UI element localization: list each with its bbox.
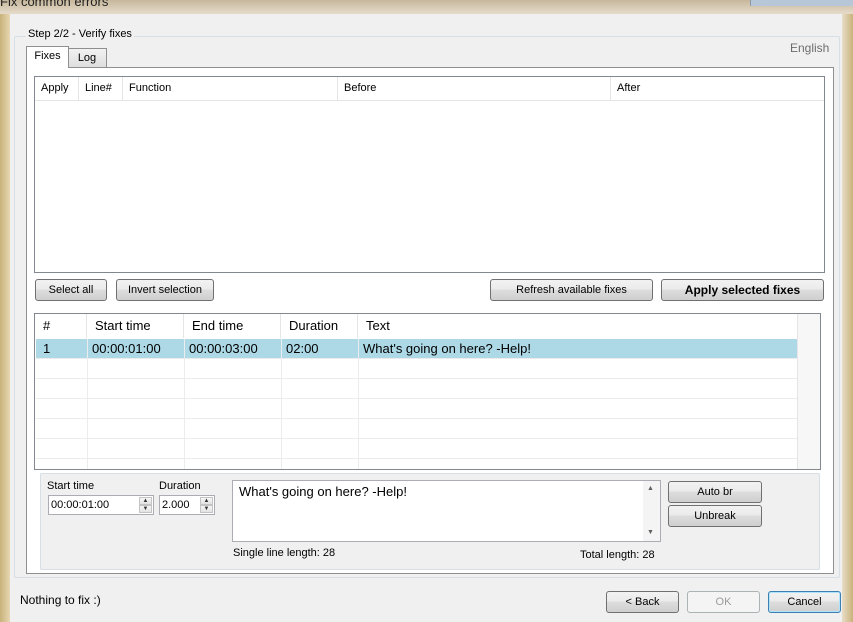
window-title: Fix common errors bbox=[0, 0, 109, 9]
start-time-label: Start time bbox=[47, 480, 95, 492]
fixes-list[interactable]: Apply Line# Function Before After bbox=[34, 76, 825, 273]
column-after[interactable]: After bbox=[611, 77, 824, 100]
column-duration[interactable]: Duration bbox=[281, 314, 358, 338]
title-bar-controls[interactable] bbox=[750, 0, 853, 6]
column-before[interactable]: Before bbox=[338, 77, 611, 100]
status-text: Nothing to fix :) bbox=[20, 593, 101, 607]
window-border-right bbox=[842, 14, 853, 622]
spin-down-icon[interactable]: ▼ bbox=[139, 505, 152, 513]
grid-line bbox=[36, 398, 798, 399]
fixes-list-header: Apply Line# Function Before After bbox=[35, 77, 824, 101]
column-line-number[interactable]: Line# bbox=[79, 77, 123, 100]
column-number[interactable]: # bbox=[35, 314, 87, 338]
column-end-time[interactable]: End time bbox=[184, 314, 281, 338]
grid-divider bbox=[281, 339, 282, 469]
duration-arrows[interactable]: ▲ ▼ bbox=[200, 497, 213, 513]
grid-divider bbox=[358, 339, 359, 469]
start-time-arrows[interactable]: ▲ ▼ bbox=[139, 497, 152, 513]
grid-divider bbox=[87, 339, 88, 469]
spin-up-icon[interactable]: ▲ bbox=[200, 497, 213, 505]
subtitle-text-editor[interactable]: What's going on here? -Help! ▲ ▼ bbox=[232, 480, 661, 542]
single-line-length: Single line length: 28 bbox=[233, 547, 336, 559]
tab-log[interactable]: Log bbox=[67, 48, 107, 67]
grid-line bbox=[36, 358, 798, 359]
title-bar[interactable]: Fix common errors bbox=[0, 0, 853, 14]
scroll-up-icon[interactable]: ▲ bbox=[647, 485, 654, 492]
cell-duration: 02:00 bbox=[286, 341, 319, 356]
back-button[interactable]: < Back bbox=[606, 591, 679, 613]
grid-line bbox=[36, 378, 798, 379]
cell-number: 1 bbox=[43, 341, 51, 356]
column-start-time[interactable]: Start time bbox=[87, 314, 184, 338]
ok-button[interactable]: OK bbox=[687, 591, 760, 613]
column-apply[interactable]: Apply bbox=[35, 77, 79, 100]
duration-input[interactable] bbox=[162, 497, 200, 513]
column-function[interactable]: Function bbox=[123, 77, 338, 100]
window-border-left bbox=[0, 14, 10, 622]
start-time-input[interactable] bbox=[51, 497, 137, 513]
auto-br-button[interactable]: Auto br bbox=[668, 481, 762, 503]
duration-stepper[interactable]: ▲ ▼ bbox=[159, 495, 215, 515]
grid-line bbox=[36, 458, 798, 459]
start-time-stepper[interactable]: ▲ ▼ bbox=[48, 495, 154, 515]
invert-selection-button[interactable]: Invert selection bbox=[116, 279, 214, 301]
cell-start-time: 00:00:01:00 bbox=[92, 341, 161, 356]
grid-scrollbar[interactable] bbox=[797, 314, 820, 469]
cell-end-time: 00:00:03:00 bbox=[189, 341, 258, 356]
spin-down-icon[interactable]: ▼ bbox=[200, 505, 213, 513]
refresh-fixes-button[interactable]: Refresh available fixes bbox=[490, 279, 653, 301]
grid-line bbox=[36, 438, 798, 439]
cancel-button[interactable]: Cancel bbox=[768, 591, 841, 613]
subtitle-grid[interactable]: # Start time End time Duration Text 1 00… bbox=[34, 313, 821, 470]
total-length: Total length: 28 bbox=[580, 549, 655, 561]
text-scrollbar[interactable]: ▲ ▼ bbox=[643, 481, 660, 541]
unbreak-button[interactable]: Unbreak bbox=[668, 505, 762, 527]
scroll-down-icon[interactable]: ▼ bbox=[647, 529, 654, 536]
language-label: English bbox=[790, 41, 830, 55]
column-text[interactable]: Text bbox=[358, 314, 798, 338]
tab-fixes[interactable]: Fixes bbox=[26, 46, 69, 68]
subtitle-text: What's going on here? -Help! bbox=[239, 484, 407, 499]
apply-fixes-button[interactable]: Apply selected fixes bbox=[661, 279, 824, 301]
duration-label: Duration bbox=[159, 480, 201, 492]
grid-line bbox=[36, 418, 798, 419]
spin-up-icon[interactable]: ▲ bbox=[139, 497, 152, 505]
select-all-button[interactable]: Select all bbox=[35, 279, 107, 301]
group-title: Step 2/2 - Verify fixes bbox=[26, 28, 134, 40]
grid-divider bbox=[184, 339, 185, 469]
cell-text: What's going on here? -Help! bbox=[363, 341, 531, 356]
